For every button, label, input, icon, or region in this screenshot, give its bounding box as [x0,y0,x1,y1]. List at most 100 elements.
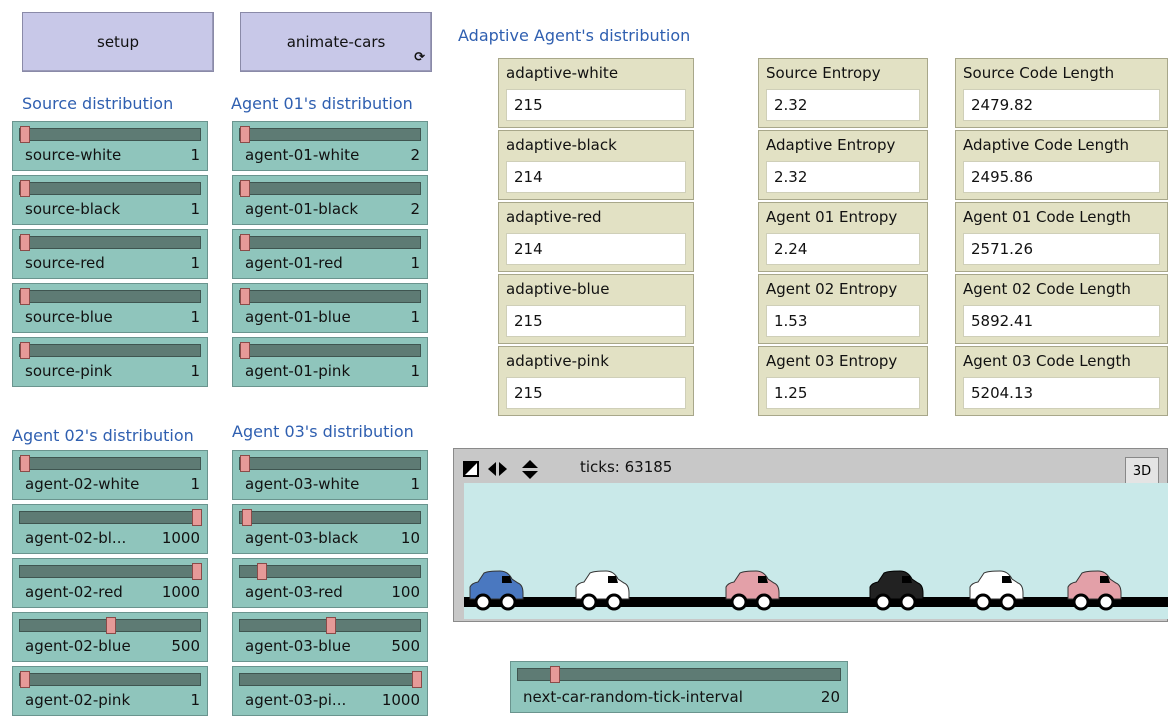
black-car [869,570,924,611]
monitor: adaptive-white 215 [498,58,694,128]
slider-track[interactable] [239,455,421,472]
slider-knob[interactable] [241,509,252,526]
slider-track[interactable] [239,342,421,359]
slider-label: agent-02-red [25,583,123,601]
slider-track[interactable] [239,563,421,580]
pink-car [725,570,780,611]
slider[interactable]: agent-03-pi... 1000 [232,666,428,716]
slider[interactable]: agent-02-red 1000 [12,558,208,608]
slider-knob[interactable] [240,288,250,305]
setup-button[interactable]: setup [22,12,214,72]
monitor-label: adaptive-blue [506,280,610,298]
slider-track[interactable] [19,509,202,526]
slider-track[interactable] [239,671,422,688]
slider-knob[interactable] [240,455,250,472]
monitor: Agent 01 Entropy 2.24 [758,202,928,272]
slider-knob[interactable] [257,563,268,580]
monitor-value: 2495.86 [963,161,1160,193]
slider-value: 1 [190,200,200,218]
slider-track[interactable] [19,234,201,251]
slider[interactable]: source-red 1 [12,229,208,279]
slider-knob[interactable] [240,126,250,143]
monitor-value: 2.32 [766,89,920,121]
slider-track[interactable] [19,671,201,688]
slider[interactable]: agent-02-bl... 1000 [12,504,208,554]
slider-track[interactable] [239,288,421,305]
slider[interactable]: agent-02-white 1 [12,450,208,500]
slider-value: 1 [190,308,200,326]
slider-label: agent-02-white [25,475,140,493]
agent02-distribution-title: Agent 02's distribution [12,426,194,445]
slider-label: source-white [25,146,122,164]
view-tools-icons[interactable] [462,459,552,481]
slider-value: 1 [190,254,200,272]
3d-button[interactable]: 3D [1125,457,1159,485]
slider[interactable]: agent-01-red 1 [232,229,428,279]
monitor-value: 1.53 [766,305,920,337]
slider-value: 1 [410,308,420,326]
monitor-value: 214 [506,233,686,265]
monitor-label: Adaptive Entropy [766,136,896,154]
slider[interactable]: source-pink 1 [12,337,208,387]
slider[interactable]: source-black 1 [12,175,208,225]
slider[interactable]: agent-03-blue 500 [232,612,428,662]
slider-label: source-blue [25,308,113,326]
slider-knob[interactable] [412,671,422,688]
slider-value: 1 [190,146,200,164]
slider[interactable]: agent-03-black 10 [232,504,428,554]
slider-knob[interactable] [106,617,116,634]
slider[interactable]: agent-02-pink 1 [12,666,208,716]
animate-cars-button[interactable]: animate-cars ⟳ [240,12,432,72]
slider-track[interactable] [239,234,421,251]
slider-knob[interactable] [240,342,250,359]
slider-track[interactable] [19,126,201,143]
slider-label: source-red [25,254,105,272]
slider[interactable]: agent-03-red 100 [232,558,428,608]
slider-knob[interactable] [240,234,250,251]
slider-value: 10 [400,529,420,547]
slider-track[interactable] [239,180,421,197]
slider[interactable]: agent-01-pink 1 [232,337,428,387]
slider-knob[interactable] [326,617,336,634]
slider-value: 1 [190,475,200,493]
slider-knob[interactable] [20,180,30,197]
slider[interactable]: source-blue 1 [12,283,208,333]
slider-track[interactable] [517,666,841,683]
slider-knob[interactable] [20,342,30,359]
slider-knob[interactable] [550,666,560,683]
slider-knob[interactable] [20,126,30,143]
slider-label: agent-01-white [245,146,360,164]
slider-label: agent-02-pink [25,691,131,709]
slider[interactable]: agent-02-blue 500 [12,612,208,662]
slider[interactable]: agent-01-black 2 [232,175,428,225]
monitor: Agent 01 Code Length 2571.26 [955,202,1168,272]
slider-track[interactable] [19,563,202,580]
slider-track[interactable] [19,342,201,359]
interval-slider[interactable]: next-car-random-tick-interval 20 [510,661,848,713]
slider-track[interactable] [19,617,201,634]
monitor: Agent 03 Entropy 1.25 [758,346,928,416]
slider-knob[interactable] [20,671,30,688]
slider[interactable]: source-white 1 [12,121,208,171]
slider-knob[interactable] [192,509,202,526]
monitor-value: 2479.82 [963,89,1160,121]
slider-track[interactable] [19,288,201,305]
white-car [969,570,1024,611]
slider-track[interactable] [239,617,421,634]
slider-track[interactable] [239,509,421,526]
monitor-value: 1.25 [766,377,920,409]
slider[interactable]: agent-03-white 1 [232,450,428,500]
slider-track[interactable] [19,455,201,472]
slider-knob[interactable] [192,563,202,580]
slider[interactable]: agent-01-white 2 [232,121,428,171]
slider-track[interactable] [239,126,421,143]
slider-knob[interactable] [20,455,30,472]
monitor: adaptive-black 214 [498,130,694,200]
slider-knob[interactable] [240,180,250,197]
agent01-distribution-title: Agent 01's distribution [231,94,413,113]
slider[interactable]: agent-01-blue 1 [232,283,428,333]
slider-knob[interactable] [20,288,30,305]
slider-knob[interactable] [20,234,30,251]
ticks-counter: ticks: 63185 [580,458,673,476]
slider-track[interactable] [19,180,201,197]
